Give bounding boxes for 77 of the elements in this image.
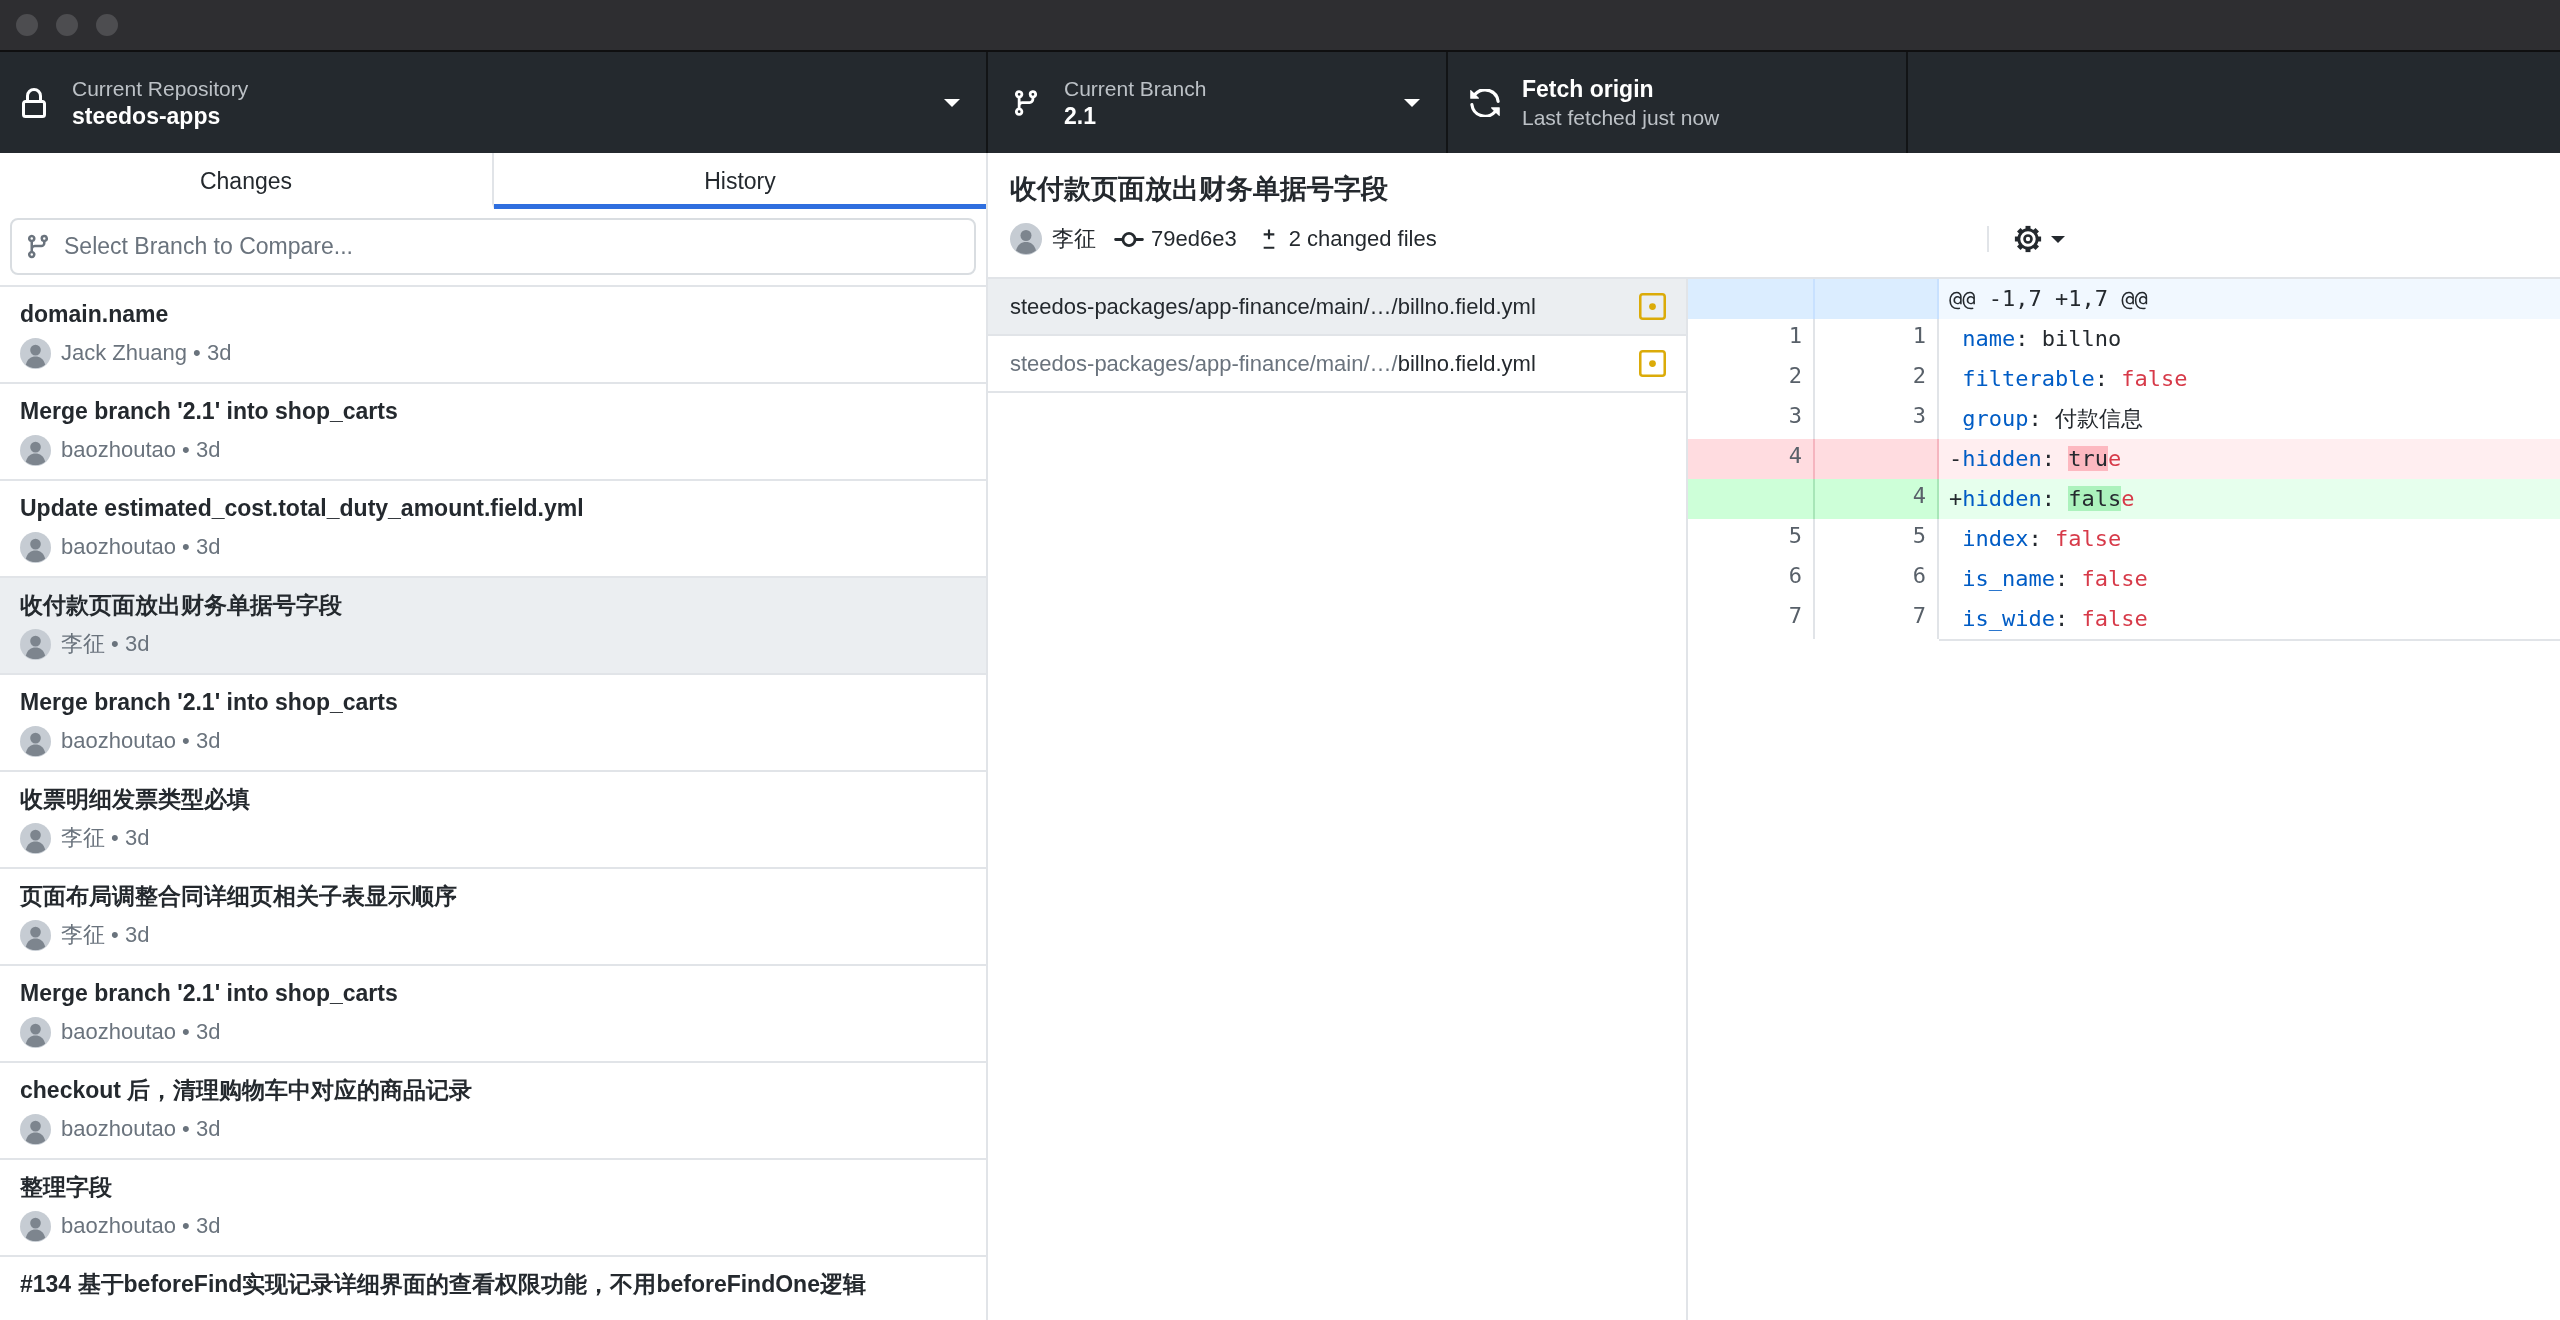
avatar-icon [20,337,51,369]
modified-icon [1639,293,1666,320]
avatar-icon [20,822,51,854]
commit-item[interactable]: Merge branch '2.1' into shop_carts baozhoutao • 3d [0,966,986,1063]
line-number: 4 [1815,479,1939,519]
commit-heading: 收付款页面放出财务单据号字段 [1010,173,1389,206]
avatar-icon [20,725,51,757]
sync-icon [1470,88,1500,117]
commit-byline: baozhoutao • 3d [61,1116,221,1142]
caret-icon [2050,235,2065,243]
code-line: group: 付款信息 [1961,405,2144,433]
avatar-icon [20,919,51,951]
commit-sha: 79ed6e3 [1151,226,1237,252]
line-number: 4 [1688,439,1815,479]
branch-dropdown[interactable]: Current Branch 2.1 [988,52,1448,153]
commit-item[interactable]: Merge branch '2.1' into shop_carts baozhoutao • 3d [0,384,986,481]
avatar-icon [20,1016,51,1048]
changed-files-count: 2 changed files [1288,226,1989,252]
tab[interactable]: Changes [0,153,494,209]
commit-title: 收票明细发票类型必填 [20,785,251,814]
commit-icon [1114,231,1144,247]
branch-icon [1015,89,1037,116]
commit-title: checkout 后，清理购物车中对应的商品记录 [20,1076,474,1105]
avatar-icon [1010,223,1042,255]
commit-byline: baozhoutao • 3d [61,437,221,463]
commit-item[interactable]: domain.name Jack Zhuang • 3d [0,287,986,384]
changed-file-item[interactable]: steedos-packages/app-finance/main/…/billno.field.yml [988,336,1686,393]
lock-icon [22,87,46,118]
code-line: filterable: false [1961,365,2189,393]
modified-icon [1639,350,1666,377]
commit-item[interactable]: checkout 后，清理购物车中对应的商品记录 baozhoutao • 3d [0,1063,986,1160]
commit-byline: baozhoutao • 3d [61,534,221,560]
commit-item[interactable]: 整理字段 baozhoutao • 3d [0,1160,986,1257]
fetch-origin-button[interactable]: Fetch origin Last fetched just now [1448,52,1908,153]
commit-byline: 李征 • 3d [61,921,150,949]
commit-item[interactable]: 收票明细发票类型必填 李征 • 3d [0,772,986,869]
code-line: is_wide: false [1961,605,2149,633]
commit-title: Update estimated_cost.total_duty_amount.field.yml [20,494,585,523]
caret-icon [944,98,960,107]
code-line: is_name: false [1961,565,2149,593]
commit-title: Merge branch '2.1' into shop_carts [20,688,399,717]
commit-byline: 李征 • 3d [61,630,150,658]
branch-compare-field[interactable]: Select Branch to Compare... [10,218,976,275]
window-close-button[interactable] [16,14,38,36]
avatar-icon [20,531,51,563]
commit-author: 李征 [1052,225,1096,253]
commit-byline: baozhoutao • 3d [61,728,221,754]
file-path: steedos-packages/app-finance/main/…/billno.field.yml [1010,293,1536,320]
changed-file-item[interactable]: steedos-packages/app-finance/main/…/billno.field.yml [988,279,1686,336]
commit-title: 页面布局调整合同详细页相关子表显示顺序 [20,882,458,911]
commit-title: 整理字段 [20,1173,113,1202]
window-minimize-button[interactable] [56,14,78,36]
commit-byline: Jack Zhuang • 3d [61,340,232,366]
code-line: index: false [1961,525,2123,553]
commit-title: 收付款页面放出财务单据号字段 [20,591,343,620]
avatar-icon [20,434,51,466]
caret-icon [1404,98,1420,107]
gear-icon [2012,224,2043,254]
branch-icon [28,234,48,259]
commit-byline: baozhoutao • 3d [61,1019,221,1045]
code-line: name: billno [1961,325,2123,353]
avatar-icon [20,628,51,660]
commit-item[interactable]: 收付款页面放出财务单据号字段 李征 • 3d [0,578,986,675]
window-zoom-button[interactable] [96,14,118,36]
commit-byline: 李征 • 3d [61,824,150,852]
commit-title: domain.name [20,300,170,329]
commit-item[interactable]: Merge branch '2.1' into shop_carts baozhoutao • 3d [0,675,986,772]
avatar-icon [20,1113,51,1145]
commit-title: Merge branch '2.1' into shop_carts [20,397,399,426]
commit-item[interactable]: 页面布局调整合同详细页相关子表显示顺序 李征 • 3d [0,869,986,966]
commit-byline: baozhoutao • 3d [61,1213,221,1239]
file-path: steedos-packages/app-finance/main/…/billno.field.yml [1010,350,1536,377]
commit-title: Merge branch '2.1' into shop_carts [20,979,399,1008]
avatar-icon [20,1210,51,1242]
commit-item[interactable]: #134 基于beforeFind实现记录详细界面的查看权限功能，不用beforeFindOne逻辑 [0,1257,986,1320]
commit-title: #134 基于beforeFind实现记录详细界面的查看权限功能，不用beforeFindOne逻辑 [20,1270,867,1299]
hunk-header: @@ -1,7 +1,7 @@ [1939,279,2560,319]
